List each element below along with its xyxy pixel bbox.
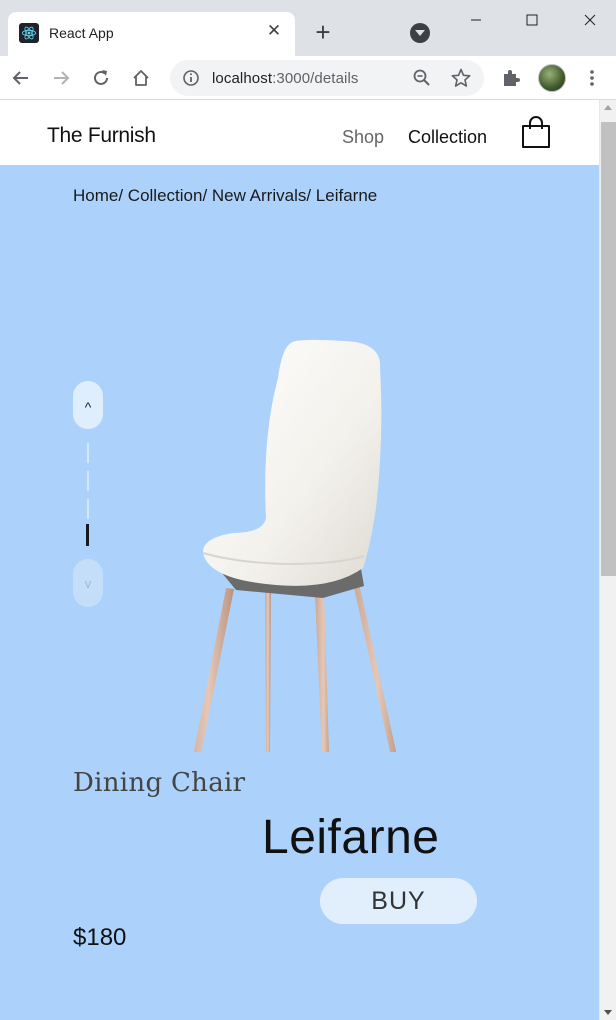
brand-logo[interactable]: The Furnish xyxy=(47,124,156,148)
forward-icon[interactable] xyxy=(47,64,75,92)
url-text[interactable]: localhost:3000/details xyxy=(212,70,358,87)
menu-dots-icon[interactable] xyxy=(578,64,606,92)
nav-shop-link[interactable]: Shop xyxy=(342,127,384,148)
scroll-down-arrow[interactable] xyxy=(604,1010,612,1015)
url-host: localhost xyxy=(212,70,273,87)
zoom-out-icon[interactable] xyxy=(412,68,432,88)
chevron-up-icon: ^ xyxy=(84,399,92,415)
browser-tabstrip: React App ✕ + xyxy=(0,0,616,56)
carousel-indicator-active[interactable] xyxy=(86,524,89,546)
home-icon[interactable] xyxy=(127,64,155,92)
react-favicon xyxy=(19,23,39,43)
carousel-indicator[interactable] xyxy=(87,443,89,463)
address-bar[interactable]: localhost:3000/details xyxy=(170,60,484,96)
maximize-icon[interactable] xyxy=(510,6,554,34)
page-viewport: The Furnish Shop Collection Home/ Collec… xyxy=(0,100,599,1020)
back-icon[interactable] xyxy=(7,64,35,92)
star-icon[interactable] xyxy=(450,67,472,89)
chevron-down-icon: v xyxy=(84,575,92,591)
carousel-indicator[interactable] xyxy=(87,499,89,519)
scroll-thumb[interactable] xyxy=(601,122,616,576)
browser-toolbar: localhost:3000/details xyxy=(0,56,616,100)
product-name: Leifarne xyxy=(262,811,440,864)
product-category: Dining Chair xyxy=(73,768,246,798)
scrollbar[interactable] xyxy=(599,100,616,1020)
extensions-icon[interactable] xyxy=(497,64,525,92)
product-image xyxy=(193,339,397,752)
close-window-icon[interactable] xyxy=(568,6,612,34)
breadcrumb[interactable]: Home/ Collection/ New Arrivals/ Leifarne xyxy=(73,186,377,206)
carousel-down-button[interactable]: v xyxy=(73,559,103,607)
product-price: $180 xyxy=(73,924,127,951)
carousel-indicator[interactable] xyxy=(87,471,89,491)
carousel-up-button[interactable]: ^ xyxy=(73,381,103,429)
tab-search-icon[interactable] xyxy=(410,23,430,43)
tab-title: React App xyxy=(49,25,114,41)
reload-icon[interactable] xyxy=(87,64,115,92)
info-icon[interactable] xyxy=(182,69,200,87)
nav-collection-link[interactable]: Collection xyxy=(408,127,487,148)
close-icon[interactable]: ✕ xyxy=(264,21,284,41)
url-path: :3000/details xyxy=(272,70,359,87)
buy-button[interactable]: BUY xyxy=(320,878,477,924)
site-header: The Furnish Shop Collection xyxy=(0,100,599,165)
plus-icon[interactable]: + xyxy=(309,19,337,47)
browser-tab[interactable]: React App ✕ xyxy=(8,12,295,56)
shopping-bag-icon[interactable] xyxy=(521,115,551,149)
avatar[interactable] xyxy=(538,64,566,92)
scroll-up-arrow[interactable] xyxy=(604,105,612,110)
minimize-icon[interactable] xyxy=(454,6,498,34)
